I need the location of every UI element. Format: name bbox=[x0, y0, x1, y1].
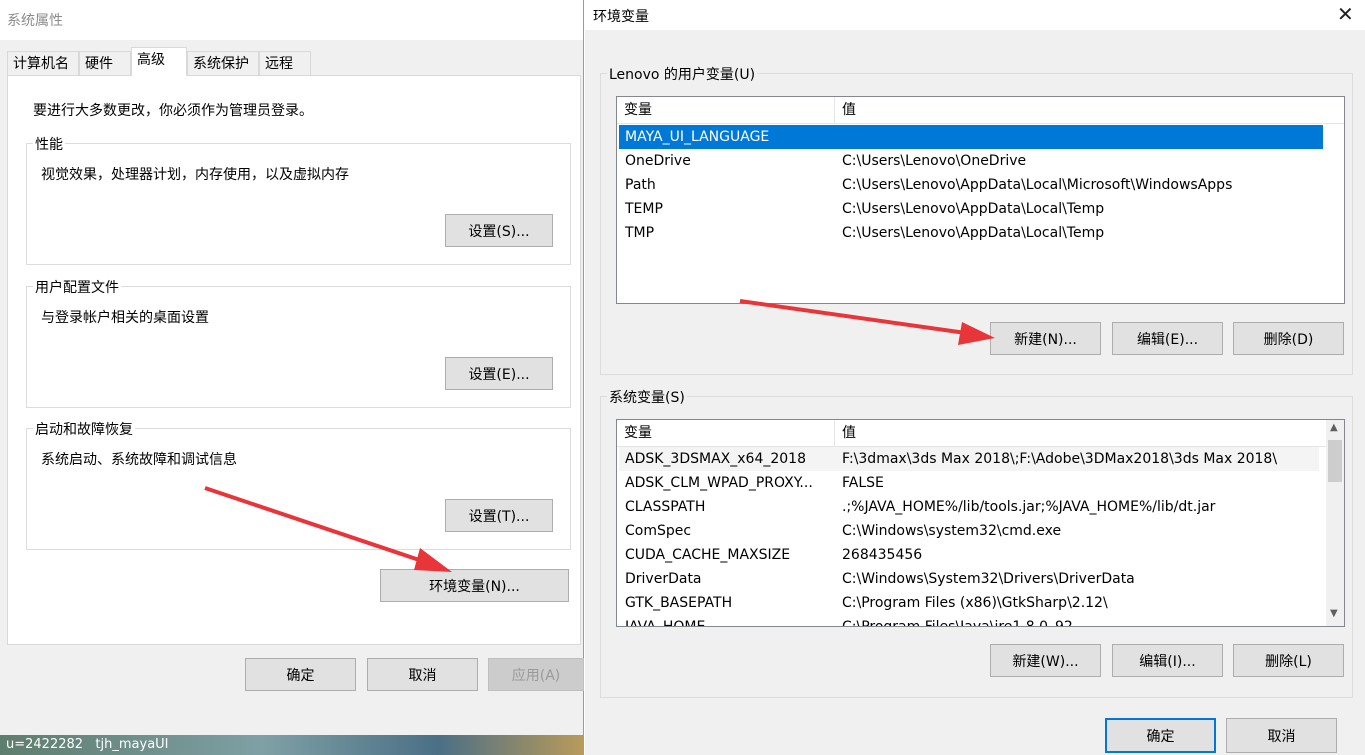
arrow-head-new bbox=[958, 322, 995, 345]
arrow-head-env bbox=[414, 548, 452, 572]
tab-advanced[interactable]: 高级 bbox=[131, 47, 187, 76]
arrow-to-env-button bbox=[204, 486, 441, 569]
annotation-arrows bbox=[204, 299, 995, 572]
arrow-to-new-button bbox=[739, 299, 981, 337]
